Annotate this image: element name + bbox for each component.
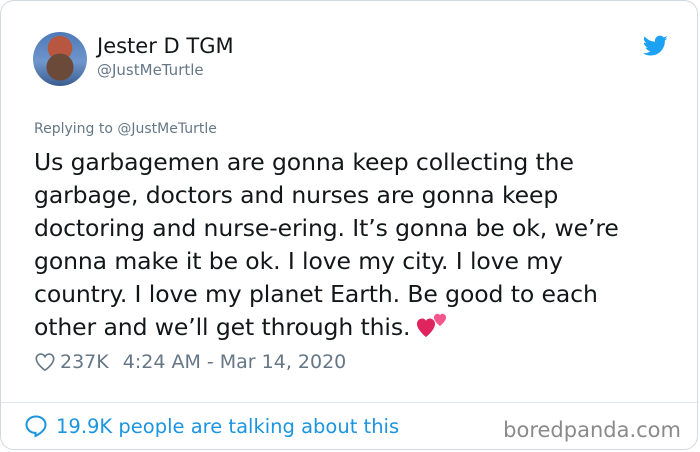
reply-handle-link[interactable]: @JustMeTurtle	[117, 121, 217, 137]
user-handle[interactable]: @JustMeTurtle	[97, 61, 204, 79]
reply-prefix: Replying to	[34, 121, 113, 137]
display-name[interactable]: Jester D TGM	[97, 34, 234, 58]
tweet-text: Us garbagemen are gonna keep collecting …	[34, 146, 674, 344]
tweet-meta: 237K 4:24 AM - Mar 14, 2020	[34, 351, 346, 373]
two-hearts-emoji	[417, 313, 447, 337]
conversation-bubble-icon	[25, 415, 47, 438]
tweet-line: doctoring and nurse-ering. It’s gonna be…	[34, 214, 619, 242]
tweet-line: gonna make it be ok. I love my city. I l…	[34, 247, 563, 275]
avatar[interactable]	[33, 32, 87, 86]
watermark: boredpanda.com	[503, 418, 681, 442]
conversation-label[interactable]: 19.9K people are talking about this	[56, 415, 399, 438]
like-heart-icon[interactable]	[34, 351, 56, 373]
tweet-line: country. I love my planet Earth. Be good…	[34, 280, 598, 308]
divider	[1, 402, 699, 403]
tweet-card: Jester D TGM @JustMeTurtle Replying to @…	[0, 0, 699, 450]
timestamp[interactable]: 4:24 AM - Mar 14, 2020	[123, 351, 347, 373]
tweet-line: other and we’ll get through this.	[34, 313, 411, 341]
conversation-link[interactable]: 19.9K people are talking about this	[24, 414, 399, 438]
like-count[interactable]: 237K	[60, 351, 109, 373]
tweet-line: garbage, doctors and nurses are gonna ke…	[34, 181, 559, 209]
reply-context: Replying to @JustMeTurtle	[34, 121, 217, 137]
tweet-line: Us garbagemen are gonna keep collecting …	[34, 148, 574, 176]
tweet-line-last: other and we’ll get through this.	[34, 311, 674, 344]
twitter-bird-icon[interactable]	[643, 35, 668, 57]
